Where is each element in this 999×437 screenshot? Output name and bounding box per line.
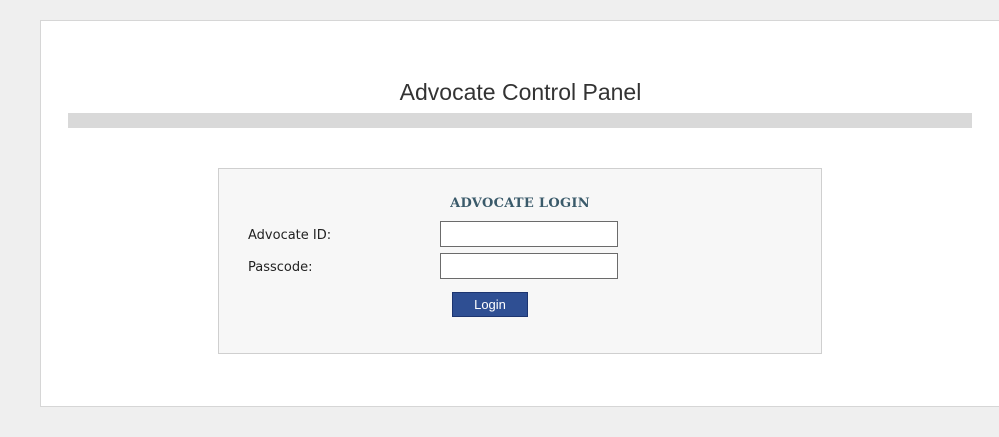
login-form-box: ADVOCATE LOGIN Advocate ID: Passcode: Lo… xyxy=(218,168,822,354)
advocate-id-input[interactable] xyxy=(440,221,618,247)
login-heading: ADVOCATE LOGIN xyxy=(450,196,590,211)
passcode-input[interactable] xyxy=(440,253,618,279)
login-button[interactable]: Login xyxy=(452,292,528,317)
page: Advocate Control Panel ADVOCATE LOGIN Ad… xyxy=(0,0,999,437)
passcode-label: Passcode: xyxy=(248,260,313,275)
control-panel-container: Advocate Control Panel ADVOCATE LOGIN Ad… xyxy=(40,20,999,407)
title-divider-bar xyxy=(68,113,972,128)
advocate-id-label: Advocate ID: xyxy=(248,228,332,243)
page-title: Advocate Control Panel xyxy=(399,79,642,105)
